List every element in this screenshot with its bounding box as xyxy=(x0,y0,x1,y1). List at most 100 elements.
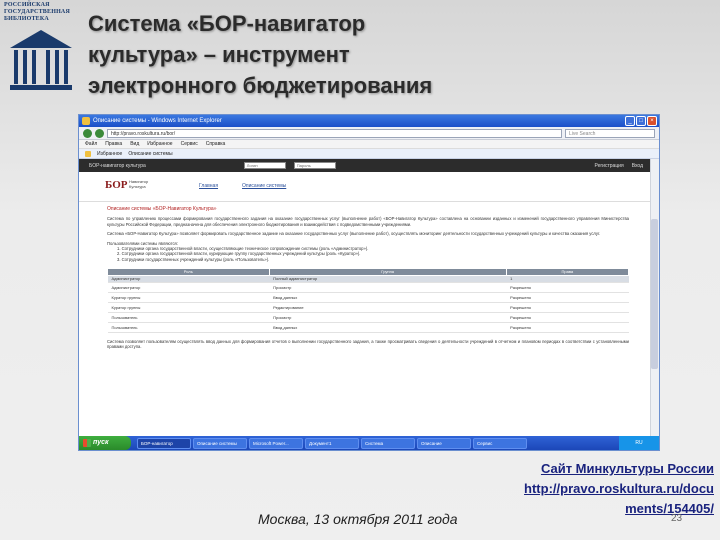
source-line[interactable]: http://pravo.roskultura.ru/docu xyxy=(524,479,714,499)
taskbar-item[interactable]: Microsoft Power... xyxy=(249,437,303,449)
library-logo: РОССИЙСКАЯ ГОСУДАРСТВЕННАЯ БИБЛИОТЕКА xyxy=(4,2,82,94)
table-cell: Полный администратор xyxy=(269,275,507,283)
page-content: БОР-навигатор культура Логин Пароль Реги… xyxy=(79,159,651,438)
table-header: Роль xyxy=(107,267,270,276)
paragraph: Система по управлению процессами формиро… xyxy=(107,216,629,227)
paragraph: Система позволяет пользователям осуществ… xyxy=(107,338,629,350)
site-nav: Главная Описание системы xyxy=(199,183,286,189)
library-logo-text: РОССИЙСКАЯ ГОСУДАРСТВЕННАЯ БИБЛИОТЕКА xyxy=(4,2,82,23)
table-cell: Пользователь xyxy=(107,312,270,323)
back-icon[interactable] xyxy=(83,128,92,138)
source-link[interactable]: Сайт Минкультуры России http://pravo.ros… xyxy=(524,459,714,519)
table-cell: Просмотр xyxy=(269,312,507,323)
taskbar-item[interactable]: Сервис xyxy=(473,437,527,449)
menu-view[interactable]: Вид xyxy=(130,140,139,148)
table-row: Куратор группы Редактирование Разрешено xyxy=(107,302,629,313)
table-cell: Просмотр xyxy=(269,282,507,293)
article: Описание системы «БОР-Навигатор Культура… xyxy=(79,202,651,350)
table-cell: Разрешено xyxy=(506,302,629,313)
taskbar-item[interactable]: Система xyxy=(361,437,415,449)
table-cell: Ввод данных xyxy=(269,292,507,303)
menu-tools[interactable]: Сервис xyxy=(181,140,198,148)
table-cell: Куратор группы xyxy=(107,292,270,303)
table-row: Куратор группы Ввод данных Разрешено xyxy=(107,292,629,303)
menu-help[interactable]: Справка xyxy=(206,140,226,148)
slide-date: Москва, 13 октября 2011 года xyxy=(258,511,458,527)
tab-current[interactable]: Описание системы xyxy=(128,151,172,157)
table-cell: Разрешено xyxy=(506,292,629,303)
logo-line: БИБЛИОТЕКА xyxy=(4,16,49,22)
vertical-scrollbar[interactable] xyxy=(650,159,659,438)
slide-title-line: культура» – инструмент xyxy=(88,42,350,67)
minimize-button[interactable]: _ xyxy=(625,116,635,126)
table-cell: Разрешено xyxy=(506,312,629,323)
slide-title-line: Система «БОР-навигатор xyxy=(88,11,366,36)
source-line[interactable]: Сайт Минкультуры России xyxy=(524,459,714,479)
window-title: Описание системы - Windows Internet Expl… xyxy=(93,118,222,124)
slide-title: Система «БОР-навигатор культура» – инстр… xyxy=(88,8,432,101)
paragraph: Система «БОР-Навигатор Культура» позволя… xyxy=(107,231,601,237)
table-header-row: Роль Группа Права xyxy=(107,267,630,276)
table-header: Права xyxy=(505,267,630,276)
list-item: 3. Сотрудники государственных учреждений… xyxy=(117,256,270,262)
password-field[interactable]: Пароль xyxy=(293,162,336,169)
browser-window: Описание системы - Windows Internet Expl… xyxy=(78,114,660,451)
bor-logo[interactable]: БОР xyxy=(105,179,127,191)
table-row: Пользователь Ввод данных Разрешено xyxy=(107,322,629,333)
site-header: БОР Навигатор Культура Главная Описание … xyxy=(79,172,651,202)
scroll-thumb[interactable] xyxy=(651,219,658,369)
site-top-bar: БОР-навигатор культура Логин Пароль Реги… xyxy=(79,159,651,172)
source-line[interactable]: ments/154405/ xyxy=(524,499,714,519)
forward-icon[interactable] xyxy=(95,128,104,138)
address-input[interactable]: http://pravo.roskultura.ru/bor/ xyxy=(107,128,562,138)
nav-home[interactable]: Главная xyxy=(199,183,218,189)
table-cell: Разрешено xyxy=(506,322,629,333)
close-button[interactable]: × xyxy=(647,116,657,126)
table-row: Пользователь Просмотр Разрешено xyxy=(107,312,629,323)
logo-line: РОССИЙСКАЯ xyxy=(4,2,50,8)
table-row: Администратор Просмотр Разрешено xyxy=(107,282,629,293)
taskbar-item[interactable]: БОР-навигатор xyxy=(137,437,191,449)
browser-titlebar: Описание системы - Windows Internet Expl… xyxy=(79,115,659,127)
maximize-button[interactable]: □ xyxy=(636,116,646,126)
register-link[interactable]: Регистрация xyxy=(594,163,623,169)
bor-logo-subtitle: Навигатор Культура xyxy=(129,179,149,189)
table-row: Администратор Полный администратор 1 xyxy=(107,275,629,283)
table-cell: Администратор xyxy=(107,282,270,293)
favorites-label[interactable]: Избранное xyxy=(97,151,122,157)
table-cell: 1 xyxy=(506,275,629,283)
table-cell: Пользователь xyxy=(107,322,270,333)
taskbar-item[interactable]: Описание системы xyxy=(193,437,247,449)
table-cell: Администратор xyxy=(107,275,270,283)
windows-flag-icon xyxy=(83,439,91,447)
table-cell: Ввод данных xyxy=(269,322,507,333)
login-field[interactable]: Логин xyxy=(243,162,286,169)
taskbar-item[interactable]: Документ1 xyxy=(305,437,359,449)
table-cell: Разрешено xyxy=(506,282,629,293)
slide-title-line: электронного бюджетирования xyxy=(88,73,433,98)
ie-icon xyxy=(82,117,90,125)
favorites-bar: Избранное Описание системы xyxy=(79,149,659,159)
menu-bar: Файл Правка Вид Избранное Сервис Справка xyxy=(79,140,659,149)
nav-description[interactable]: Описание системы xyxy=(242,183,286,189)
page-number: 23 xyxy=(671,513,683,524)
roles-table: Роль Группа Права Администратор Полный а… xyxy=(107,267,630,333)
site-top-label: БОР-навигатор культура xyxy=(89,162,146,169)
page-heading: Описание системы «БОР-Навигатор Культура… xyxy=(107,206,217,212)
table-cell: Куратор группы xyxy=(107,302,270,313)
menu-edit[interactable]: Правка xyxy=(105,140,122,148)
address-bar: http://pravo.roskultura.ru/bor/ Live Sea… xyxy=(79,127,659,140)
table-cell: Редактирование xyxy=(269,302,507,313)
menu-favorites[interactable]: Избранное xyxy=(147,140,172,148)
start-label: пуск xyxy=(93,439,109,446)
library-building-icon xyxy=(10,30,72,90)
menu-file[interactable]: Файл xyxy=(85,140,97,148)
logo-line: ГОСУДАРСТВЕННАЯ xyxy=(4,9,70,15)
table-header: Группа xyxy=(268,267,507,276)
start-button[interactable]: пуск xyxy=(79,436,131,450)
system-tray[interactable]: RU xyxy=(619,436,659,450)
star-icon[interactable] xyxy=(85,150,91,157)
taskbar-item[interactable]: Описание xyxy=(417,437,471,449)
search-input[interactable]: Live Search xyxy=(565,128,655,138)
login-link[interactable]: Вход xyxy=(632,163,643,169)
